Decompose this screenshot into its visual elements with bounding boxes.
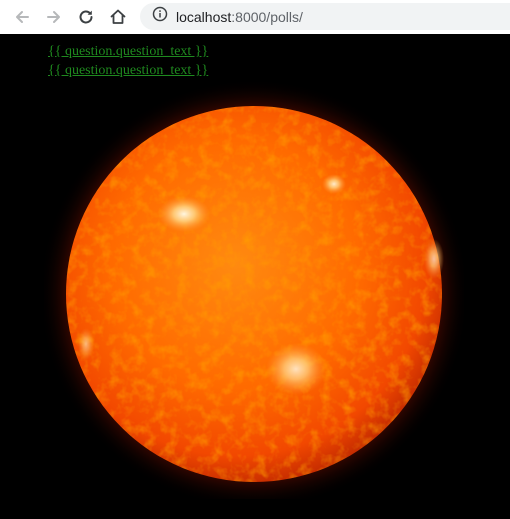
page-content: {{ question.question_text }} {{ question… <box>0 34 510 519</box>
reload-button[interactable] <box>70 1 102 33</box>
url-host: localhost <box>176 8 232 25</box>
question-link[interactable]: {{ question.question_text }} <box>48 44 208 59</box>
url-path: :8000/polls/ <box>231 8 303 25</box>
home-button[interactable] <box>102 1 134 33</box>
question-list: {{ question.question_text }} {{ question… <box>48 42 208 80</box>
reload-icon <box>77 8 95 26</box>
home-icon <box>109 8 127 26</box>
forward-button[interactable] <box>38 1 70 33</box>
arrow-right-icon <box>45 8 63 26</box>
sun-image <box>44 79 464 499</box>
list-item: {{ question.question_text }} <box>48 42 208 61</box>
list-item: {{ question.question_text }} <box>48 61 208 80</box>
address-bar[interactable]: localhost:8000/polls/ <box>140 3 510 30</box>
back-button[interactable] <box>6 1 38 33</box>
question-link[interactable]: {{ question.question_text }} <box>48 63 208 78</box>
url-text: localhost:8000/polls/ <box>176 9 303 25</box>
arrow-left-icon <box>13 8 31 26</box>
info-icon[interactable] <box>152 6 168 27</box>
browser-toolbar: localhost:8000/polls/ <box>0 0 510 34</box>
